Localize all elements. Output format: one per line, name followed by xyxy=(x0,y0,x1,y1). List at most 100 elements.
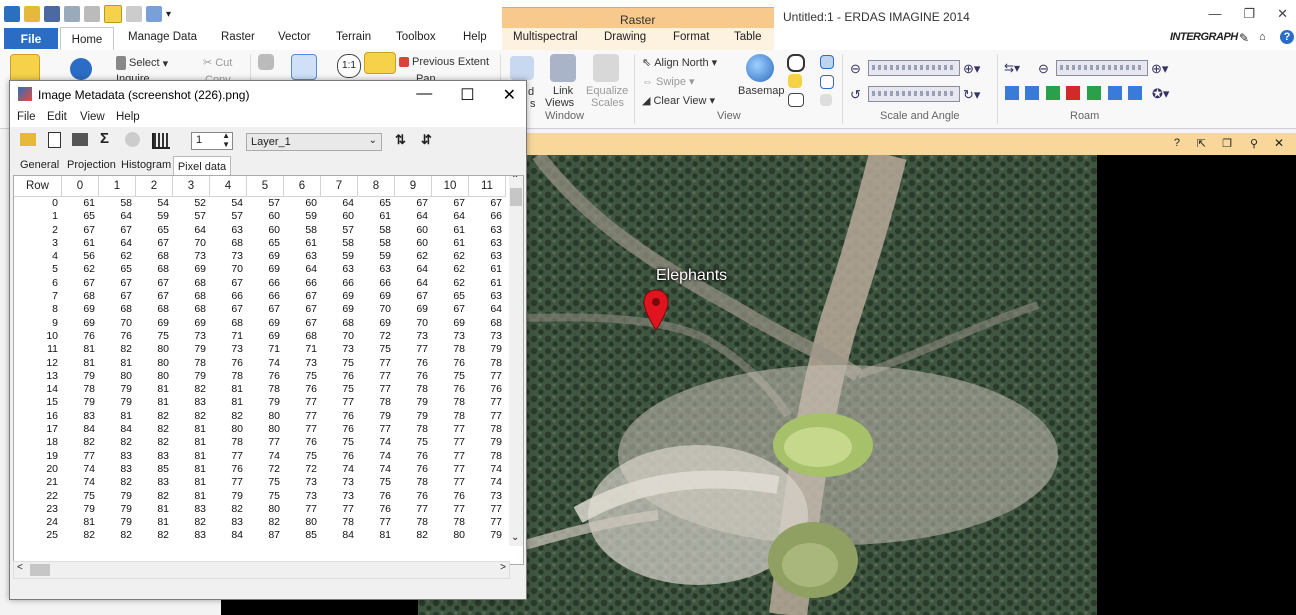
pixel-value-cell[interactable]: 77 xyxy=(247,436,284,449)
pixel-value-cell[interactable]: 52 xyxy=(173,197,210,210)
pixel-value-cell[interactable]: 77 xyxy=(284,396,321,409)
image-metadata-dialog[interactable]: Image Metadata (screenshot (226).png) — … xyxy=(9,80,527,600)
pixel-value-cell[interactable]: 76 xyxy=(358,503,395,516)
roam-minus-icon[interactable]: ⊖ xyxy=(1038,61,1049,77)
align-north-button[interactable]: ⇖ Align North ▾ xyxy=(642,56,717,70)
pixel-value-cell[interactable]: 68 xyxy=(136,303,173,316)
table-row[interactable]: 3 61 64 67 70 68 65 61 58 58 60 61 63 xyxy=(14,237,506,250)
pixel-value-cell[interactable]: 81 xyxy=(62,516,99,529)
dialog-minimize-icon[interactable]: — xyxy=(416,85,432,105)
pixel-value-cell[interactable]: 82 xyxy=(173,383,210,396)
column-header[interactable]: Row xyxy=(14,176,62,196)
pixel-value-cell[interactable]: 64 xyxy=(395,277,432,290)
pixel-value-cell[interactable]: 71 xyxy=(247,343,284,356)
table-row[interactable]: 2 67 67 65 64 63 60 58 57 58 60 61 63 xyxy=(14,224,506,237)
pixel-value-cell[interactable]: 58 xyxy=(358,224,395,237)
pixel-value-cell[interactable]: 73 xyxy=(321,490,358,503)
histogram-icon[interactable] xyxy=(152,133,170,149)
pixel-value-cell[interactable]: 60 xyxy=(247,224,284,237)
pixel-value-cell[interactable]: 59 xyxy=(284,210,321,223)
table-row[interactable]: 6 67 67 67 68 67 66 66 66 66 64 62 61 xyxy=(14,277,506,290)
pixel-value-cell[interactable]: 74 xyxy=(469,476,506,489)
customize-qat-icon[interactable]: ▾ xyxy=(166,9,171,20)
pixel-value-cell[interactable]: 67 xyxy=(99,224,136,237)
settings-gear-icon[interactable] xyxy=(125,132,140,147)
pixel-value-cell[interactable]: 78 xyxy=(469,423,506,436)
pixel-value-cell[interactable]: 57 xyxy=(173,210,210,223)
pixel-value-cell[interactable]: 81 xyxy=(136,383,173,396)
pixel-value-cell[interactable]: 84 xyxy=(62,423,99,436)
column-header[interactable]: 0 xyxy=(62,176,99,196)
pixel-value-cell[interactable]: 69 xyxy=(62,317,99,330)
pixel-value-cell[interactable]: 68 xyxy=(210,237,247,250)
rotate-ccw-icon[interactable]: ↺ xyxy=(850,87,861,103)
menu-file[interactable]: File xyxy=(17,111,36,123)
pixel-value-cell[interactable]: 69 xyxy=(247,317,284,330)
pixel-value-cell[interactable]: 61 xyxy=(62,237,99,250)
views-label[interactable]: Views xyxy=(545,97,574,109)
pixel-value-cell[interactable]: 77 xyxy=(469,516,506,529)
pixel-value-cell[interactable]: 79 xyxy=(247,396,284,409)
undo-icon[interactable] xyxy=(64,6,80,22)
pixel-value-cell[interactable]: 73 xyxy=(432,330,469,343)
table-row[interactable]: 22 75 79 82 81 79 75 73 73 76 76 76 73 xyxy=(14,490,506,503)
pixel-value-cell[interactable]: 69 xyxy=(321,303,358,316)
pixel-value-cell[interactable]: 76 xyxy=(321,450,358,463)
pixel-value-cell[interactable]: 78 xyxy=(432,410,469,423)
vertical-scroll-thumb[interactable] xyxy=(510,188,522,206)
pixel-value-cell[interactable]: 62 xyxy=(62,263,99,276)
pixel-value-cell[interactable]: 60 xyxy=(284,197,321,210)
pixel-value-cell[interactable]: 80 xyxy=(432,529,469,542)
pixel-value-cell[interactable]: 75 xyxy=(136,330,173,343)
column-header[interactable]: 9 xyxy=(395,176,432,196)
pixel-value-cell[interactable]: 61 xyxy=(284,237,321,250)
pixel-value-cell[interactable]: 78 xyxy=(62,383,99,396)
pixel-value-cell[interactable]: 61 xyxy=(469,263,506,276)
tab-pixel-data[interactable]: Pixel data xyxy=(173,156,231,176)
magnifier-icon[interactable] xyxy=(787,54,805,72)
pixel-value-cell[interactable]: 76 xyxy=(395,490,432,503)
pixel-value-cell[interactable]: 69 xyxy=(62,303,99,316)
pixel-value-cell[interactable]: 69 xyxy=(173,317,210,330)
viewer-help-icon[interactable]: ? xyxy=(1174,137,1180,149)
pixel-value-cell[interactable]: 56 xyxy=(62,250,99,263)
pixel-value-cell[interactable]: 67 xyxy=(284,303,321,316)
pixel-value-cell[interactable]: 77 xyxy=(469,370,506,383)
zoom-1to1-icon[interactable]: 1:1 xyxy=(337,54,361,78)
pixel-value-cell[interactable]: 64 xyxy=(395,210,432,223)
pixel-value-cell[interactable]: 65 xyxy=(247,237,284,250)
viewer-dock-icon[interactable]: ❐ xyxy=(1222,137,1232,150)
step-back-icon[interactable] xyxy=(1025,86,1039,100)
first-frame-icon[interactable] xyxy=(1005,86,1019,100)
pixel-value-cell[interactable]: 72 xyxy=(284,463,321,476)
pixel-value-cell[interactable]: 73 xyxy=(469,490,506,503)
pixel-value-cell[interactable]: 76 xyxy=(432,357,469,370)
pixel-value-cell[interactable]: 78 xyxy=(395,383,432,396)
pixel-value-cell[interactable]: 84 xyxy=(99,423,136,436)
pixel-value-cell[interactable]: 77 xyxy=(432,476,469,489)
pixel-value-cell[interactable]: 82 xyxy=(136,410,173,423)
pixel-value-cell[interactable]: 66 xyxy=(358,277,395,290)
pixel-value-cell[interactable]: 67 xyxy=(432,303,469,316)
pixel-value-cell[interactable]: 76 xyxy=(395,357,432,370)
pixel-value-cell[interactable]: 78 xyxy=(395,516,432,529)
pixel-value-cell[interactable]: 78 xyxy=(247,383,284,396)
pixel-value-cell[interactable]: 73 xyxy=(173,250,210,263)
pixel-value-cell[interactable]: 69 xyxy=(136,317,173,330)
pixel-value-cell[interactable]: 82 xyxy=(99,476,136,489)
pixel-value-cell[interactable]: 76 xyxy=(321,370,358,383)
pixel-value-cell[interactable]: 69 xyxy=(432,317,469,330)
pixel-value-cell[interactable]: 77 xyxy=(395,343,432,356)
table-row[interactable]: 16 83 81 82 82 82 80 77 76 79 79 78 77 xyxy=(14,410,506,423)
scroll-left-icon[interactable]: < xyxy=(17,562,23,573)
pixel-value-cell[interactable]: 73 xyxy=(469,330,506,343)
pixel-value-cell[interactable]: 67 xyxy=(99,290,136,303)
row-index-cell[interactable]: 25 xyxy=(14,529,62,542)
pixel-value-cell[interactable]: 54 xyxy=(136,197,173,210)
open-icon[interactable] xyxy=(24,6,40,22)
layer-number-stepper[interactable]: 1 ▲ ▼ xyxy=(191,131,233,150)
info-icon[interactable] xyxy=(70,58,92,80)
map-pin-icon[interactable] xyxy=(642,288,670,332)
pixel-value-cell[interactable]: 68 xyxy=(136,250,173,263)
pixel-value-cell[interactable]: 84 xyxy=(210,529,247,542)
